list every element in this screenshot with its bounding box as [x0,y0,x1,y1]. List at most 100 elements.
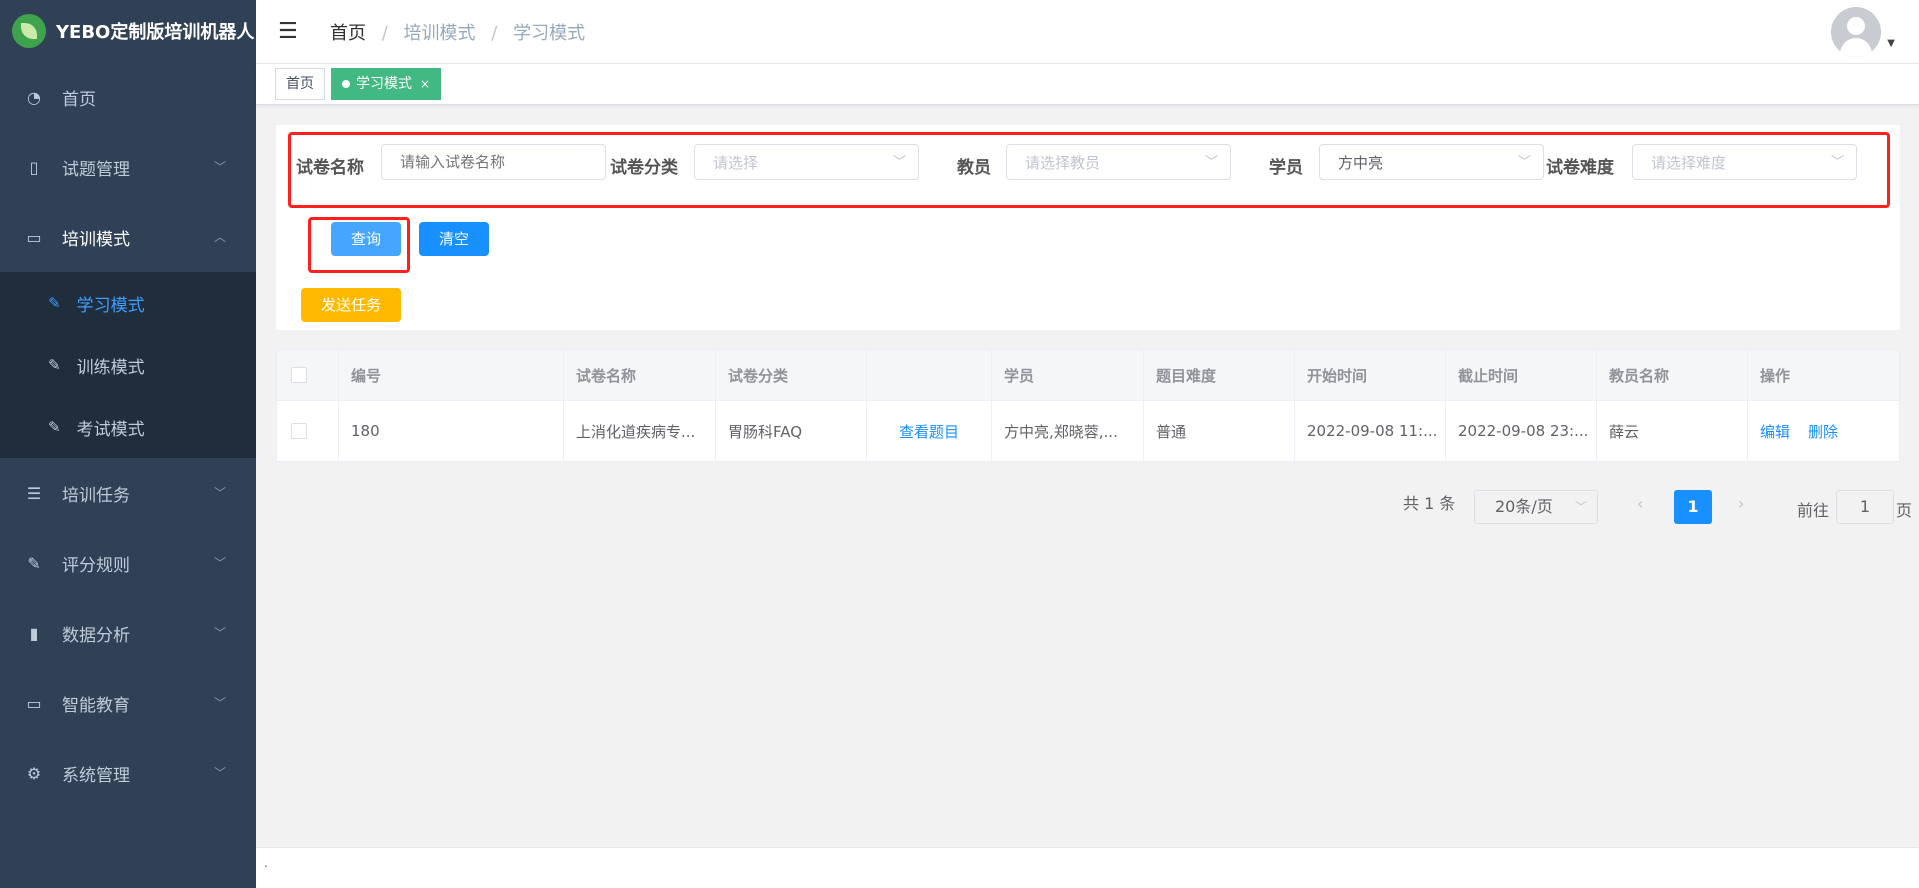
header-end-time: 截止时间 [1446,350,1597,400]
tag-home[interactable]: 首页 [275,68,325,100]
teacher-select[interactable]: 请选择教员 ﹀ [1006,144,1231,180]
cell-category: 胃肠科FAQ [716,401,867,461]
chevron-down-icon: ﹀ [213,160,226,174]
sidebar-item-smart-education[interactable]: ▭ 智能教育 ﹀ [0,668,256,738]
breadcrumb-study-mode: 学习模式 [513,22,586,44]
difficulty-select[interactable]: 请选择难度 ﹀ [1632,144,1857,180]
close-icon[interactable]: × [420,77,430,91]
caret-down-icon[interactable]: ▼ [1887,38,1895,49]
cell-end-time: 2022-09-08 23:... [1446,401,1597,461]
header-teacher: 教员名称 [1597,350,1748,400]
sidebar-item-scoring-rules[interactable]: ✎ 评分规则 ﹀ [0,528,256,598]
bar-chart-icon: ▮ [29,623,39,643]
table-header: 编号 试卷名称 试卷分类 学员 题目难度 开始时间 截止时间 教员名称 操作 [276,349,1900,401]
header-students: 学员 [992,350,1144,400]
hamburger-icon[interactable]: ☰ [278,19,300,44]
cell-paper-name: 上消化道疾病专... [564,401,716,461]
gear-icon: ⚙ [26,763,42,783]
monitor-icon: ▭ [26,227,42,247]
paper-name-input[interactable] [381,144,606,180]
cell-difficulty: 普通 [1144,401,1295,461]
header-category: 试卷分类 [716,350,867,400]
row-checkbox[interactable] [291,423,307,439]
footer: . [256,847,1919,888]
chevron-down-icon: ﹀ [1574,500,1587,514]
tag-study-mode[interactable]: 学习模式 × [331,68,442,100]
sidebar-item-data-analysis[interactable]: ▮ 数据分析 ﹀ [0,598,256,668]
edit-icon: ✎ [48,418,61,436]
prev-page-icon[interactable]: ‹ [1637,494,1643,513]
edit-icon: ✎ [27,553,41,573]
page-suffix: 页 [1896,501,1913,520]
header-view [867,350,992,400]
leaf-logo-icon [12,14,46,48]
user-body-icon [1840,38,1872,57]
sidebar-item-home[interactable]: ◔ 首页 [0,62,256,132]
query-button[interactable]: 查询 [331,222,401,256]
sidebar-item-study-mode[interactable]: ✎ 学习模式 [0,272,256,334]
sidebar: YEBO定制版培训机器人 ◔ 首页 ▯ 试题管理 ﹀ ▭ 培训模式 ︿ ✎ 学习… [0,0,256,888]
view-questions-link[interactable]: 查看题目 [899,421,959,442]
header-paper-name: 试卷名称 [564,350,716,400]
monitor-chart-icon: ▭ [26,693,42,713]
header-difficulty: 题目难度 [1144,350,1295,400]
filter-panel: 试卷名称 试卷分类 请选择﹀ 教员 请选择教员﹀ 学员 方中亮﹀ 试卷难度 请选… [276,125,1900,330]
total-count: 共 1 条 [1403,494,1456,513]
dashboard-icon: ◔ [27,87,41,107]
paper-category-select[interactable]: 请选择 ﹀ [694,144,919,180]
navbar: ☰ 首页 / 培训模式 / 学习模式 ▼ [256,0,1919,64]
breadcrumb-training-mode[interactable]: 培训模式 [404,23,476,44]
delete-link[interactable]: 删除 [1808,421,1838,442]
sidebar-item-question-management[interactable]: ▯ 试题管理 ﹀ [0,132,256,202]
breadcrumb: 首页 / 培训模式 / 学习模式 [330,19,585,45]
difficulty-label: 试卷难度 [1546,158,1614,178]
chevron-up-icon: ︿ [213,230,226,244]
sidebar-item-system-management[interactable]: ⚙ 系统管理 ﹀ [0,738,256,808]
page-1-button[interactable]: 1 [1674,490,1712,524]
header-start-time: 开始时间 [1295,350,1446,400]
breadcrumb-separator: / [381,22,388,44]
teacher-label: 教员 [957,158,991,178]
sidebar-item-practice-mode[interactable]: ✎ 训练模式 [0,334,256,396]
goto-label: 前往 [1797,501,1830,520]
cell-start-time: 2022-09-08 11:... [1295,401,1446,461]
chevron-down-icon: ﹀ [892,155,906,170]
clear-button[interactable]: 清空 [419,222,489,256]
sidebar-item-training-task[interactable]: ☰ 培训任务 ﹀ [0,458,256,528]
header-id: 编号 [339,350,564,400]
paper-category-label: 试卷分类 [610,158,678,178]
send-task-button[interactable]: 发送任务 [301,288,401,322]
select-all-checkbox[interactable] [291,367,307,383]
header-actions: 操作 [1760,366,1791,385]
sidebar-item-training-mode[interactable]: ▭ 培训模式 ︿ [0,202,256,272]
logo: YEBO定制版培训机器人 [0,0,256,62]
chevron-down-icon: ﹀ [213,626,226,640]
cell-students: 方中亮,郑晓蓉,... [992,401,1144,461]
goto-page-input[interactable]: 1 [1836,490,1894,524]
chevron-down-icon: ﹀ [213,486,226,500]
book-icon: ▯ [29,157,39,177]
chevron-down-icon: ﹀ [1830,155,1844,170]
footer-text: . [264,856,268,870]
data-table: 编号 试卷名称 试卷分类 学员 题目难度 开始时间 截止时间 教员名称 操作 1… [276,349,1900,462]
table-row: 180 上消化道疾病专... 胃肠科FAQ 查看题目 方中亮,郑晓蓉,... 普… [276,401,1900,462]
cell-id: 180 [339,401,564,461]
edit-link[interactable]: 编辑 [1760,421,1790,442]
student-label: 学员 [1269,158,1303,178]
app-title: YEBO定制版培训机器人 [56,22,255,43]
chevron-down-icon: ﹀ [213,556,226,570]
training-submenu: ✎ 学习模式 ✎ 训练模式 ✎ 考试模式 [0,272,256,458]
breadcrumb-separator: / [491,22,498,44]
sidebar-item-exam-mode[interactable]: ✎ 考试模式 [0,396,256,458]
chevron-down-icon: ﹀ [1517,155,1531,170]
student-select[interactable]: 方中亮 ﹀ [1319,144,1544,180]
edit-icon: ✎ [48,356,61,374]
next-page-icon[interactable]: › [1738,494,1744,513]
avatar[interactable] [1831,7,1881,57]
cell-teacher: 薛云 [1597,401,1748,461]
page-size-select[interactable]: 20条/页 ﹀ [1474,490,1598,524]
chevron-down-icon: ﹀ [213,696,226,710]
list-icon: ☰ [26,483,42,503]
tags-view: 首页 学习模式 × [256,64,1919,105]
breadcrumb-home[interactable]: 首页 [330,23,366,44]
